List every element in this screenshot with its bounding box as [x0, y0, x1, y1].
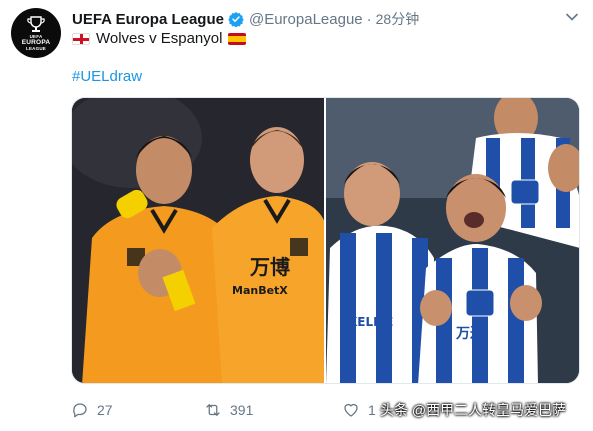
retweet-icon [206, 404, 220, 416]
tweet-card[interactable]: UEFA EUROPA LEAGUE UEFA Europa League @E… [0, 0, 593, 431]
right-shirt-sponsor: KELME [348, 315, 393, 329]
watermark-text: 头条 @西甲二人转皇马爱巴萨 [380, 402, 567, 418]
spain-flag-icon [228, 32, 247, 45]
chevron-down-icon[interactable] [565, 10, 579, 24]
avatar-text-europa: EUROPA [21, 38, 51, 46]
photo-espanyol-players[interactable]: 万达 KELME [326, 98, 579, 383]
photo-wolves-players[interactable]: 万博 ManBetX [72, 98, 324, 383]
left-shirt-text: 万博 [249, 255, 290, 279]
like-count: 1 [368, 402, 376, 418]
avatar[interactable]: UEFA EUROPA LEAGUE [11, 8, 61, 58]
espanyol-players-image: 万达 KELME [326, 98, 579, 383]
separator-dot: · [366, 10, 372, 28]
verified-badge-icon [228, 12, 244, 27]
heart-icon [344, 403, 358, 417]
tweet-header: UEFA Europa League @EuropaLeague · 28分钟 [72, 9, 419, 29]
tweet-text: Wolves v Espanyol [72, 30, 247, 47]
account-name[interactable]: UEFA Europa League [72, 11, 224, 28]
england-flag-icon [72, 32, 90, 45]
tweet-media[interactable]: 万博 ManBetX 万达 KELME [71, 97, 580, 384]
reply-count: 27 [97, 402, 113, 418]
reply-icon [73, 403, 87, 418]
like-button[interactable]: 1 [342, 401, 376, 419]
right-shirt-text: 万达 [455, 325, 484, 342]
timestamp[interactable]: 28分钟 [376, 9, 420, 29]
wolves-players-image: 万博 ManBetX [72, 98, 324, 383]
reply-button[interactable]: 27 [71, 401, 113, 419]
retweet-count: 391 [230, 402, 254, 418]
avatar-text-league: LEAGUE [26, 45, 46, 51]
hashtag-link[interactable]: #UELdraw [72, 68, 142, 85]
account-handle[interactable]: @EuropaLeague [249, 11, 363, 28]
match-text: Wolves v Espanyol [96, 30, 223, 47]
left-shirt-sponsor: ManBetX [232, 284, 288, 297]
trophy-icon [27, 15, 45, 32]
retweet-button[interactable]: 391 [204, 401, 253, 419]
